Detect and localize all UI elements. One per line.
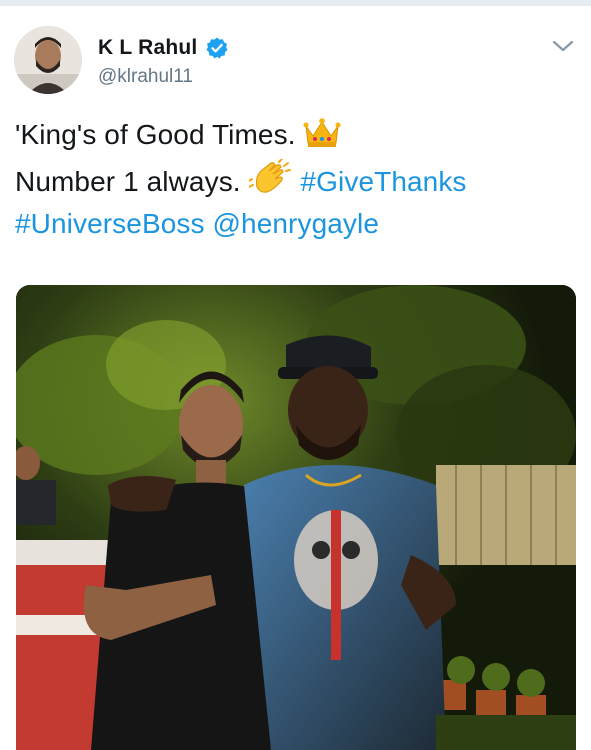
- tweet-line-1: 'King's of Good Times.: [15, 116, 575, 159]
- mention-henrygayle-link[interactable]: @henrygayle: [213, 208, 380, 239]
- verified-badge-icon: [205, 36, 229, 60]
- tweet-text-line1: 'King's of Good Times.: [15, 119, 296, 150]
- hashtag-universeboss-link[interactable]: #UniverseBoss: [15, 208, 205, 239]
- avatar[interactable]: [14, 26, 82, 94]
- tweet-line-2: Number 1 always. #GiveThanks: [15, 158, 575, 206]
- hashtag-givethanks-link[interactable]: #GiveThanks: [300, 166, 466, 197]
- avatar-photo: [14, 26, 82, 94]
- author-name-row[interactable]: K L Rahul: [98, 36, 229, 60]
- tweet-photo-image: [16, 285, 576, 750]
- author-handle[interactable]: @klrahul11: [98, 66, 193, 88]
- clapping-hands-icon: [247, 158, 293, 206]
- tweet-text-line2: Number 1 always.: [15, 166, 241, 197]
- tweet-text: 'King's of Good Times. Number 1 always.: [15, 116, 575, 242]
- top-divider: [0, 0, 591, 6]
- tweet-line-3: #UniverseBoss @henrygayle: [15, 206, 575, 242]
- tweet-photo[interactable]: [16, 285, 576, 750]
- crown-icon: [303, 116, 341, 159]
- author-display-name[interactable]: K L Rahul: [98, 36, 197, 60]
- chevron-down-icon[interactable]: [550, 36, 576, 56]
